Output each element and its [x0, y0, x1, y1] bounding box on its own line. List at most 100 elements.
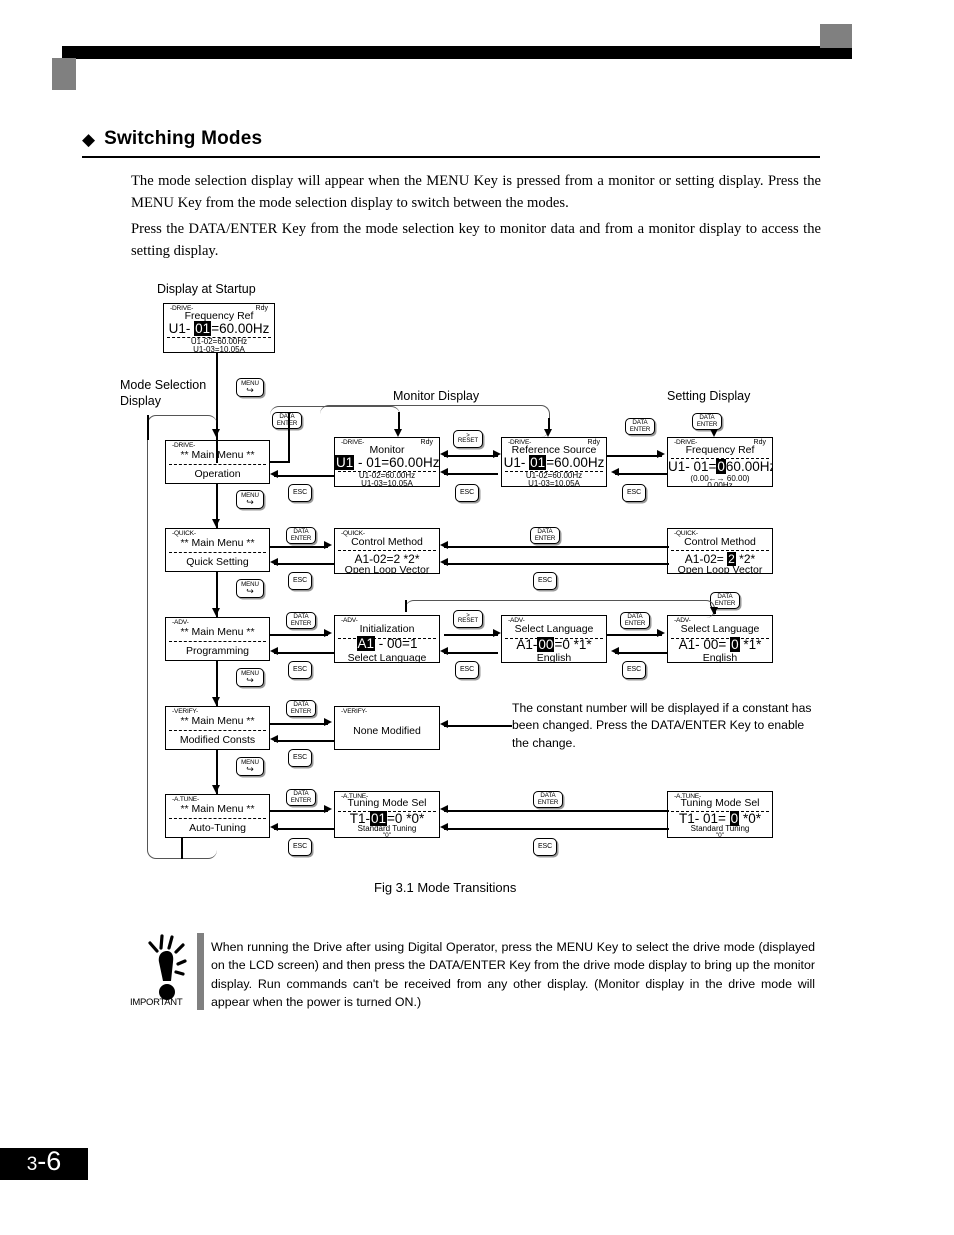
- connector-adv-fwd: [270, 634, 328, 636]
- data-enter-key-button[interactable]: DATA ENTER: [286, 789, 316, 806]
- connector-drive-back: [274, 475, 334, 477]
- esc-key-button[interactable]: ESC: [288, 838, 312, 856]
- esc-key-button[interactable]: ESC: [622, 484, 646, 502]
- esc-key-button[interactable]: ESC: [288, 572, 312, 590]
- arrow-right: [324, 629, 332, 637]
- lcd-title: Control Method: [684, 536, 756, 548]
- data-enter-key-button[interactable]: DATA ENTER: [692, 413, 722, 430]
- connector-adv-reset: [444, 634, 498, 636]
- data-enter-key-button[interactable]: DATA ENTER: [286, 612, 316, 629]
- mode-selection-loop-rail: [147, 415, 217, 859]
- connector-verify-back: [274, 740, 334, 742]
- lcd-line-highlight: 0: [730, 637, 740, 652]
- arrow-left: [270, 735, 278, 743]
- lcd-divider: [671, 550, 769, 551]
- menu-arrow-icon: ↪: [246, 384, 254, 395]
- arrow-right: [324, 805, 332, 813]
- lcd-line-pre: U1-: [168, 321, 195, 336]
- esc-key-label: ESC: [537, 577, 553, 585]
- enter-label: ENTER: [714, 599, 736, 607]
- esc-key-button[interactable]: ESC: [288, 749, 312, 767]
- lcd-main-line: A1- 00= 0 *1*: [668, 637, 772, 652]
- lcd-main-line: U1- 01=60.00Hz: [502, 455, 606, 470]
- connector-verify-note: [444, 725, 512, 727]
- intro-paragraph-1: The mode selection display will appear w…: [131, 173, 821, 212]
- reset-key-label: RESET: [457, 616, 479, 624]
- esc-key-button[interactable]: ESC: [622, 661, 646, 679]
- connector-atune-down: [181, 838, 183, 859]
- lcd-line-highlight: A1: [356, 636, 376, 651]
- esc-key-button[interactable]: ESC: [288, 484, 312, 502]
- arrow-left: [440, 805, 448, 813]
- lcd-setting-adv: -ADV- Select Language A1- 00= 0 *1* Engl…: [667, 615, 773, 663]
- arrow-left: [270, 558, 278, 566]
- lcd-divider: [338, 550, 436, 551]
- diagram-note-text: The constant number will be displayed if…: [512, 701, 812, 750]
- lcd-sub-line-1: Open Loop Vector: [344, 564, 430, 574]
- menu-key-button[interactable]: MENU ↪: [236, 579, 264, 598]
- lcd-main-line: None Modified: [353, 725, 421, 737]
- esc-key-label: ESC: [292, 666, 308, 674]
- header-rule: [62, 46, 852, 59]
- lcd-line-highlight: 01: [194, 321, 212, 336]
- arrow-left: [611, 468, 619, 476]
- lcd-setting-atune: -A.TUNE- Tuning Mode Sel T1- 01= 0 *0* S…: [667, 791, 773, 838]
- lcd-line-post: 60.00Hz: [725, 459, 773, 474]
- intro-paragraph-2: Press the DATA/ENTER Key from the mode s…: [131, 221, 821, 260]
- esc-key-button[interactable]: ESC: [288, 661, 312, 679]
- enter-label: ENTER: [290, 796, 312, 804]
- menu-key-button[interactable]: MENU ↪: [236, 490, 264, 509]
- esc-key-label: ESC: [537, 843, 553, 851]
- data-enter-key-button[interactable]: DATA ENTER: [625, 418, 655, 435]
- esc-key-button[interactable]: ESC: [455, 484, 479, 502]
- lcd-main-line: A1 - 00=1: [335, 636, 439, 651]
- connector-adv-reset-back: [444, 652, 498, 654]
- lcd-line-post: =60.00Hz: [546, 455, 605, 470]
- enter-label: ENTER: [534, 534, 556, 542]
- data-enter-key-button[interactable]: DATA ENTER: [533, 791, 563, 808]
- lcd-line-pre: U1-: [503, 455, 530, 470]
- lcd-setting-drive: -DRIVE- Rdy Frequency Ref U1- 01=060.00H…: [667, 437, 773, 487]
- lcd-mode-tag: -VERIFY-: [341, 708, 368, 715]
- enter-label: ENTER: [290, 707, 312, 715]
- enter-label: ENTER: [290, 534, 312, 542]
- important-accent-bar: [197, 933, 204, 1010]
- arrow-left: [440, 647, 448, 655]
- esc-key-button[interactable]: ESC: [455, 661, 479, 679]
- arrow-left: [440, 720, 448, 728]
- arrow-right: [493, 450, 501, 458]
- lcd-title: Frequency Ref: [685, 444, 755, 456]
- menu-arrow-icon: ↪: [246, 496, 254, 507]
- lcd-main-line: A1-00=0 *1*: [502, 637, 606, 652]
- important-text: When running the Drive after using Digit…: [211, 940, 815, 1010]
- esc-key-button[interactable]: ESC: [533, 572, 557, 590]
- label-mode-selection-display: Mode Selection Display: [120, 378, 207, 408]
- lcd-sub-line-1: Select Language: [347, 652, 427, 663]
- connector-drive-setting-back: [615, 473, 667, 475]
- lcd-line-pre: U1- 01=: [668, 459, 717, 474]
- menu-key-button[interactable]: MENU ↪: [236, 378, 264, 397]
- arrow-right: [324, 718, 332, 726]
- lcd-line-pre: A1- 00=: [678, 637, 731, 652]
- arrow-down: [710, 429, 718, 437]
- connector-adv-to-setting: [607, 634, 662, 636]
- diamond-bullet-icon: ◆: [82, 129, 96, 149]
- lcd-monitor-quick: -QUICK- Control Method A1-02=2 *2* Open …: [334, 528, 440, 574]
- arrow-down: [212, 608, 220, 616]
- arrow-left: [611, 647, 619, 655]
- menu-key-button[interactable]: MENU ↪: [236, 668, 264, 687]
- label-monitor-display: Monitor Display: [393, 389, 480, 403]
- data-enter-key-button[interactable]: DATA ENTER: [530, 527, 560, 544]
- lcd-reference-source-drive: -DRIVE- Rdy Reference Source U1- 01=60.0…: [501, 437, 607, 487]
- arrow-left: [440, 450, 448, 458]
- enter-label: ENTER: [537, 798, 559, 806]
- data-enter-key-button[interactable]: DATA ENTER: [286, 700, 316, 717]
- esc-key-button[interactable]: ESC: [533, 838, 557, 856]
- arrow-left: [270, 470, 278, 478]
- lcd-setting-quick: -QUICK- Control Method A1-02= 2 *2* Open…: [667, 528, 773, 574]
- data-enter-key-button[interactable]: DATA ENTER: [286, 527, 316, 544]
- menu-key-button[interactable]: MENU ↪: [236, 757, 264, 776]
- esc-key-label: ESC: [459, 489, 475, 497]
- esc-key-label: ESC: [626, 489, 642, 497]
- esc-key-label: ESC: [292, 843, 308, 851]
